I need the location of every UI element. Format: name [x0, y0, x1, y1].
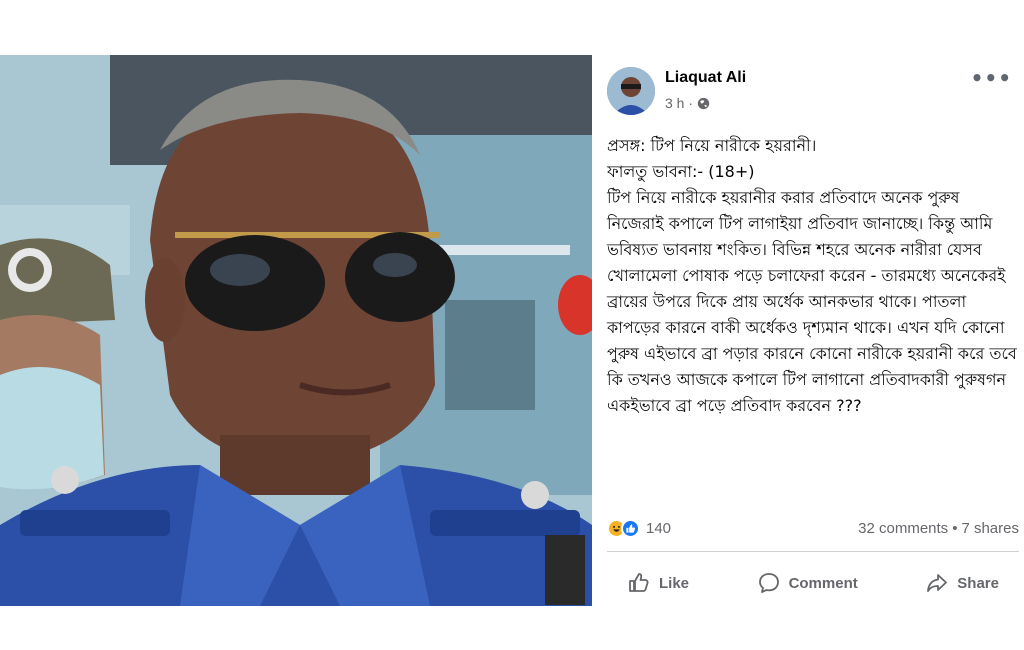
thumbs-up-icon [629, 573, 649, 592]
post-body-line: ফালতু ভাবনা:- (18+) [607, 162, 755, 181]
reaction-count[interactable]: 140 [646, 520, 671, 537]
reactions-bar: 140 32 comments • 7 shares [607, 517, 1019, 539]
comment-button[interactable]: Comment [737, 567, 878, 599]
more-options-icon[interactable]: ••• [971, 68, 1012, 88]
post-header: Liaquat Ali 3 h · ••• [607, 67, 1014, 119]
avatar-image [607, 67, 655, 115]
globe-icon [697, 97, 710, 109]
like-reaction-icon [621, 518, 640, 538]
comments-count[interactable]: 32 comments [858, 520, 948, 537]
post-body: প্রসঙ্গ: টিপ নিয়ে নারীকে হয়রানী। ফালতু… [607, 133, 1019, 419]
news-photo [0, 55, 592, 606]
author-name[interactable]: Liaquat Ali [665, 69, 746, 87]
post-body-line: টিপ নিয়ে নারীকে হয়রানীর করার প্রতিবাদে… [607, 188, 1017, 415]
stats-separator: • [952, 519, 958, 537]
share-button[interactable]: Share [905, 567, 1019, 599]
share-icon [927, 574, 948, 592]
reaction-icons[interactable] [607, 518, 640, 538]
post-actions: Like Comment Share [607, 563, 1019, 603]
divider [607, 551, 1019, 552]
shares-count[interactable]: 7 shares [961, 520, 1019, 537]
post-meta: 3 h · [665, 95, 710, 111]
engagement-stats: 32 comments • 7 shares [858, 520, 1019, 537]
post-time[interactable]: 3 h · [665, 95, 693, 111]
share-label: Share [957, 574, 999, 592]
like-button[interactable]: Like [607, 567, 709, 599]
comment-icon [758, 573, 779, 593]
like-label: Like [659, 574, 690, 592]
facebook-post: Liaquat Ali 3 h · ••• প্রসঙ্গ: টিপ নিয়ে… [597, 55, 1024, 606]
author-avatar[interactable] [607, 67, 655, 115]
comment-label: Comment [788, 574, 858, 592]
post-body-line: প্রসঙ্গ: টিপ নিয়ে নারীকে হয়রানী। [607, 136, 817, 155]
